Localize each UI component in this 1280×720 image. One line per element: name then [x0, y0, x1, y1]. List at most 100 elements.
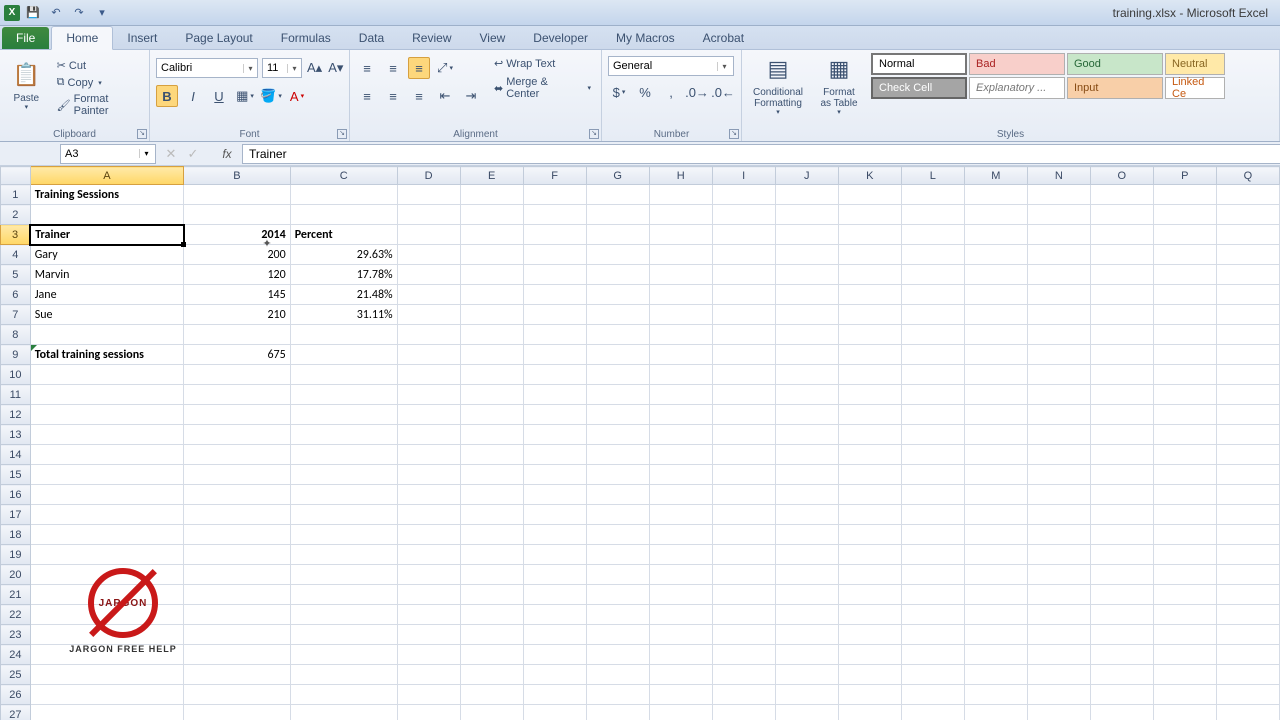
cell-A17[interactable] — [30, 505, 183, 525]
cell-K17[interactable] — [838, 505, 901, 525]
cell-H3[interactable] — [649, 225, 712, 245]
row-header-17[interactable]: 17 — [1, 505, 31, 525]
cell-D12[interactable] — [397, 405, 460, 425]
cell-G10[interactable] — [586, 365, 649, 385]
cell-M27[interactable] — [964, 705, 1027, 720]
cell-A8[interactable] — [30, 325, 183, 345]
cell-H19[interactable] — [649, 545, 712, 565]
tab-pagelayout[interactable]: Page Layout — [171, 27, 266, 49]
name-box-dropdown[interactable]: ▾ — [139, 149, 153, 158]
cell-I10[interactable] — [712, 365, 775, 385]
column-header-O[interactable]: O — [1090, 167, 1153, 185]
tab-acrobat[interactable]: Acrobat — [689, 27, 758, 49]
cell-D17[interactable] — [397, 505, 460, 525]
cell-F14[interactable] — [523, 445, 586, 465]
cell-N18[interactable] — [1027, 525, 1090, 545]
cell-N1[interactable] — [1027, 185, 1090, 205]
cell-A1[interactable]: Training Sessions — [30, 185, 183, 205]
row-header-16[interactable]: 16 — [1, 485, 31, 505]
cell-K9[interactable] — [838, 345, 901, 365]
cell-I22[interactable] — [712, 605, 775, 625]
cell-M6[interactable] — [964, 285, 1027, 305]
cell-I11[interactable] — [712, 385, 775, 405]
cell-G18[interactable] — [586, 525, 649, 545]
clipboard-launcher[interactable]: ↘ — [137, 129, 147, 139]
cell-P13[interactable] — [1153, 425, 1216, 445]
cell-O7[interactable] — [1090, 305, 1153, 325]
spreadsheet-grid[interactable]: ABCDEFGHIJKLMNOPQ1Training Sessions23Tra… — [0, 166, 1280, 720]
cell-Q18[interactable] — [1216, 525, 1279, 545]
cell-B6[interactable]: 145 — [184, 285, 291, 305]
cell-K5[interactable] — [838, 265, 901, 285]
cell-P25[interactable] — [1153, 665, 1216, 685]
cell-L12[interactable] — [901, 405, 964, 425]
cell-E15[interactable] — [460, 465, 523, 485]
cell-O19[interactable] — [1090, 545, 1153, 565]
tab-home[interactable]: Home — [51, 26, 113, 50]
cell-B3[interactable]: 2014 — [184, 225, 291, 245]
cell-M10[interactable] — [964, 365, 1027, 385]
row-header-27[interactable]: 27 — [1, 705, 31, 720]
cell-G26[interactable] — [586, 685, 649, 705]
cell-D5[interactable] — [397, 265, 460, 285]
cell-F9[interactable] — [523, 345, 586, 365]
qat-undo-button[interactable]: ↶ — [46, 3, 66, 23]
cell-L5[interactable] — [901, 265, 964, 285]
cell-N21[interactable] — [1027, 585, 1090, 605]
cell-A25[interactable] — [30, 665, 183, 685]
cell-F8[interactable] — [523, 325, 586, 345]
cell-H9[interactable] — [649, 345, 712, 365]
cell-I9[interactable] — [712, 345, 775, 365]
cell-D26[interactable] — [397, 685, 460, 705]
cell-C9[interactable] — [290, 345, 397, 365]
cell-G6[interactable] — [586, 285, 649, 305]
cell-N14[interactable] — [1027, 445, 1090, 465]
cell-L14[interactable] — [901, 445, 964, 465]
cell-L16[interactable] — [901, 485, 964, 505]
cell-G9[interactable] — [586, 345, 649, 365]
cell-A15[interactable] — [30, 465, 183, 485]
cell-A11[interactable] — [30, 385, 183, 405]
cell-A10[interactable] — [30, 365, 183, 385]
cell-D10[interactable] — [397, 365, 460, 385]
merge-center-button[interactable]: ⬌Merge & Center▾ — [490, 75, 595, 101]
cell-E17[interactable] — [460, 505, 523, 525]
alignment-launcher[interactable]: ↘ — [589, 129, 599, 139]
cell-L24[interactable] — [901, 645, 964, 665]
cell-H17[interactable] — [649, 505, 712, 525]
cell-N8[interactable] — [1027, 325, 1090, 345]
cell-I15[interactable] — [712, 465, 775, 485]
decrease-decimal-button[interactable]: .0← — [712, 81, 734, 103]
cell-H8[interactable] — [649, 325, 712, 345]
cell-O16[interactable] — [1090, 485, 1153, 505]
cell-P5[interactable] — [1153, 265, 1216, 285]
cell-E16[interactable] — [460, 485, 523, 505]
cell-F24[interactable] — [523, 645, 586, 665]
row-header-8[interactable]: 8 — [1, 325, 31, 345]
cell-J4[interactable] — [775, 245, 838, 265]
cell-M14[interactable] — [964, 445, 1027, 465]
cell-F15[interactable] — [523, 465, 586, 485]
cell-K22[interactable] — [838, 605, 901, 625]
row-header-23[interactable]: 23 — [1, 625, 31, 645]
column-header-B[interactable]: B — [184, 167, 291, 185]
cell-C19[interactable] — [290, 545, 397, 565]
row-header-3[interactable]: 3 — [1, 225, 31, 245]
cell-P8[interactable] — [1153, 325, 1216, 345]
cell-Q20[interactable] — [1216, 565, 1279, 585]
cell-N26[interactable] — [1027, 685, 1090, 705]
copy-button[interactable]: ⧉Copy▾ — [53, 75, 143, 90]
column-header-E[interactable]: E — [460, 167, 523, 185]
cell-M12[interactable] — [964, 405, 1027, 425]
cell-G3[interactable] — [586, 225, 649, 245]
cell-H2[interactable] — [649, 205, 712, 225]
cell-C4[interactable]: 29.63% — [290, 245, 397, 265]
cell-J9[interactable] — [775, 345, 838, 365]
cell-G4[interactable] — [586, 245, 649, 265]
style-input[interactable]: Input — [1067, 77, 1163, 99]
cell-H12[interactable] — [649, 405, 712, 425]
cell-O24[interactable] — [1090, 645, 1153, 665]
cell-D4[interactable] — [397, 245, 460, 265]
cell-B8[interactable] — [184, 325, 291, 345]
cell-G13[interactable] — [586, 425, 649, 445]
